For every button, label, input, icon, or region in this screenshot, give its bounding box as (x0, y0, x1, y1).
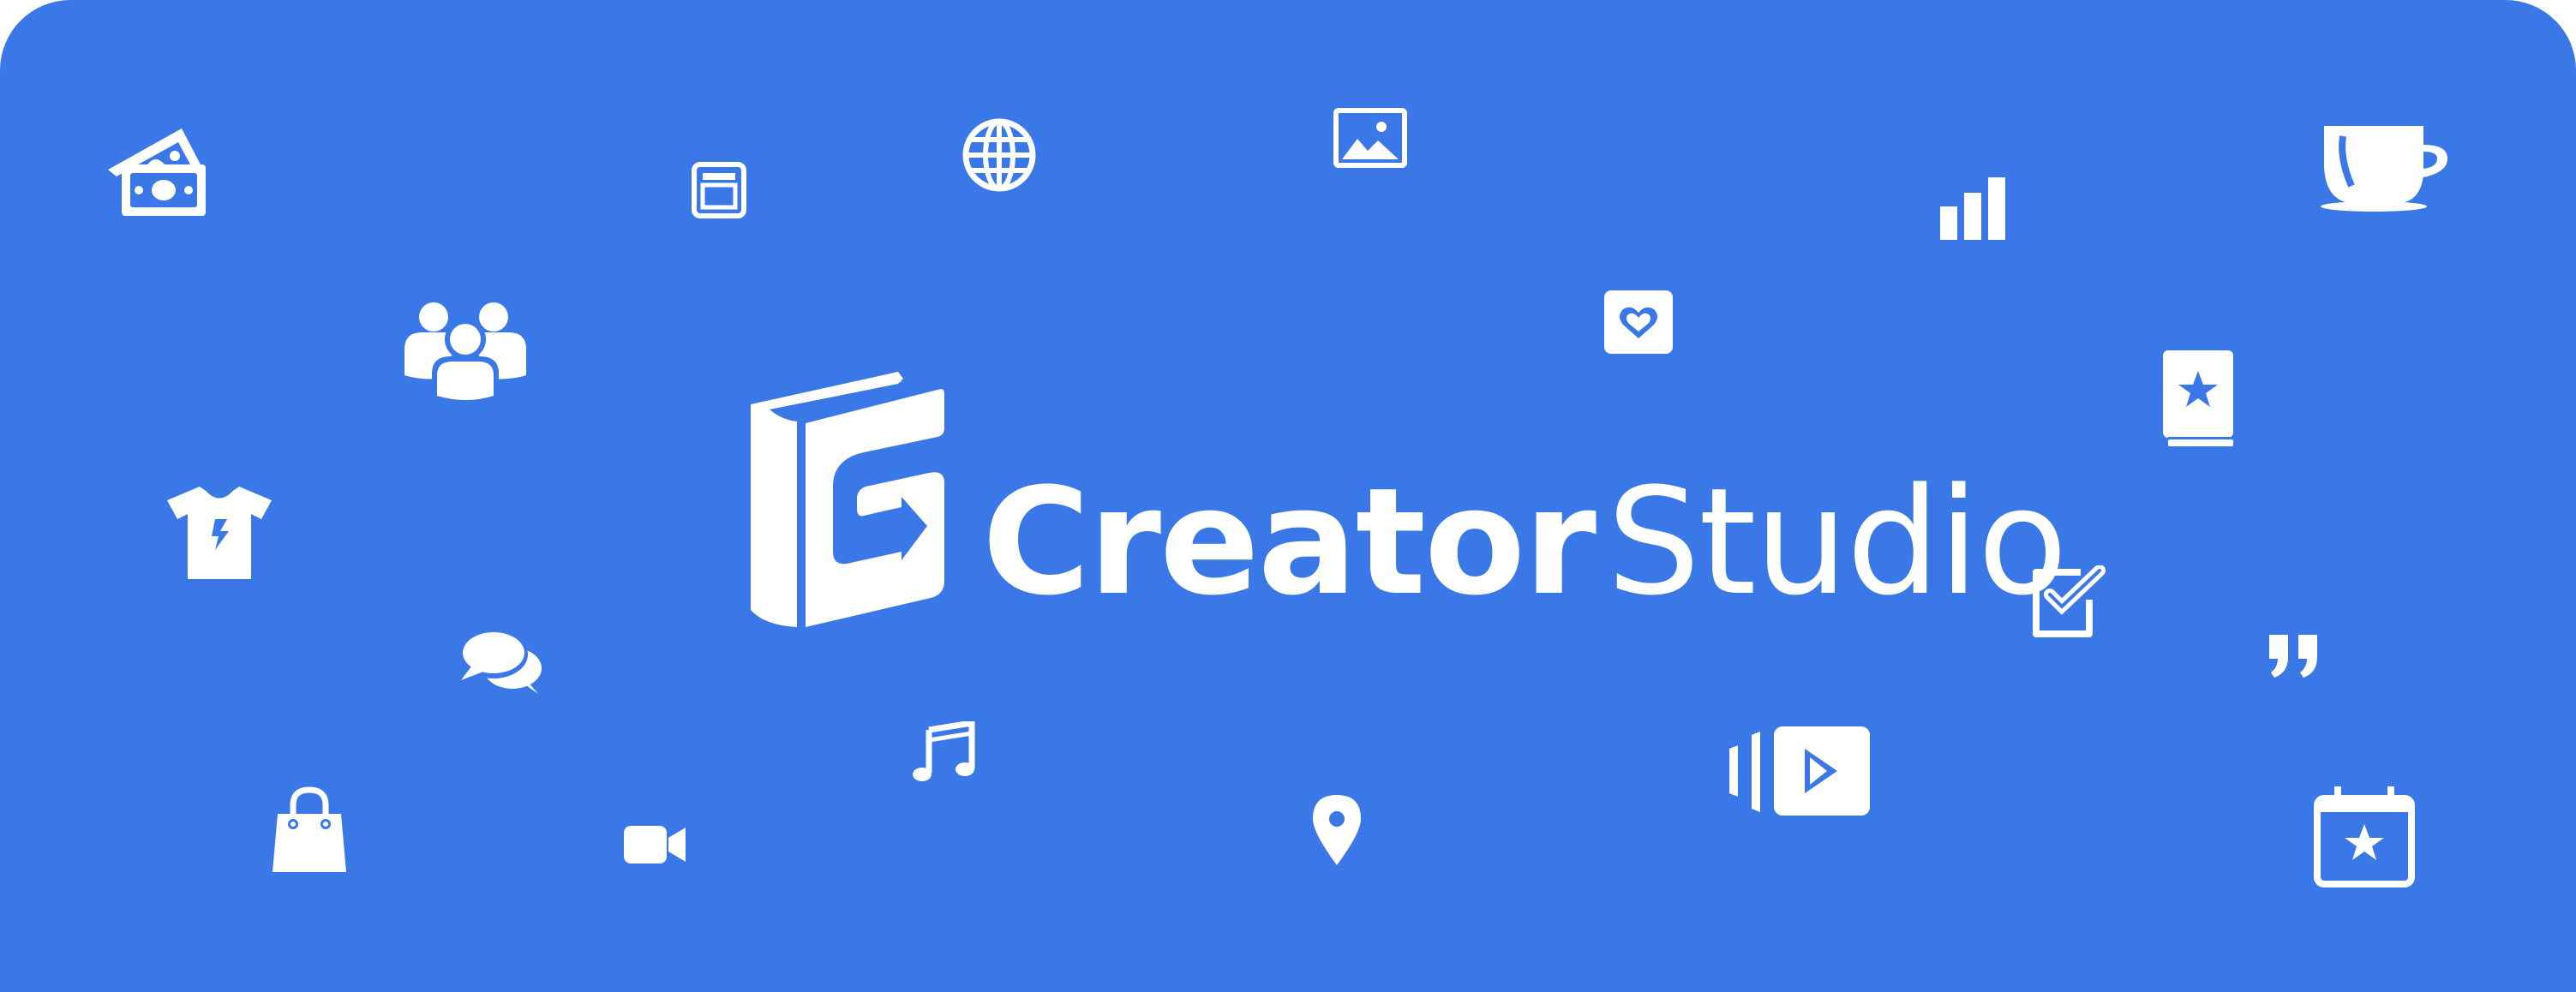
chat-bubbles-icon (459, 629, 545, 696)
brand-name-creator: Creator (982, 456, 1597, 628)
star-book-icon (2161, 349, 2235, 448)
creator-studio-logo: CreatorStudio (744, 367, 2068, 632)
people-group-icon (403, 302, 528, 404)
book-logo-icon (744, 367, 950, 632)
globe-icon (962, 117, 1037, 193)
quote-icon (2267, 633, 2322, 679)
shopping-bag-icon (271, 786, 348, 875)
brand-name-studio: Studio (1606, 456, 2068, 628)
bar-chart-icon (1938, 176, 2009, 240)
video-camera-icon (622, 822, 689, 867)
image-icon (1333, 108, 1407, 168)
location-pin-icon (1311, 793, 1363, 867)
heart-card-icon (1604, 290, 1673, 354)
music-note-icon (912, 721, 975, 783)
hero-banner: CreatorStudio (0, 0, 2576, 992)
t-shirt-icon (165, 485, 273, 581)
browser-window-icon (691, 161, 747, 219)
money-icon (105, 120, 209, 218)
calendar-star-icon (2314, 785, 2415, 887)
video-play-icon (1726, 726, 1870, 816)
brand-wordmark: CreatorStudio (982, 469, 2068, 616)
coffee-cup-icon (2317, 124, 2453, 212)
